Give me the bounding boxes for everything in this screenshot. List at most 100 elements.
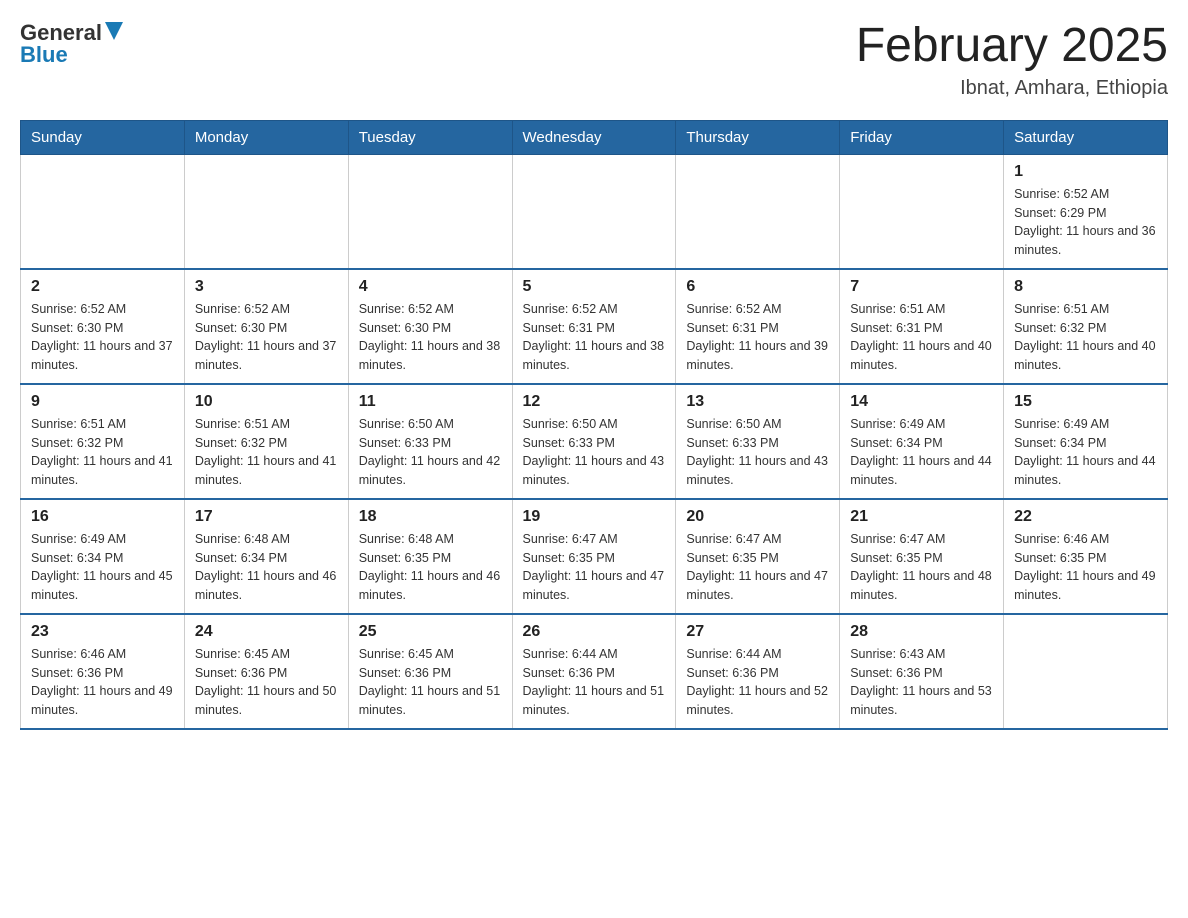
cell-week5-day4: 27 Sunrise: 6:44 AMSunset: 6:36 PMDayligh… (676, 614, 840, 729)
cell-week5-day3: 26Sunrise: 6:44 AMSunset: 6:36 PMDayligh… (512, 614, 676, 729)
cell-week2-day5: 7 Sunrise: 6:51 AMSunset: 6:31 PMDaylight… (840, 269, 1004, 384)
day-info: Sunrise: 6:52 AMSunset: 6:30 PMDaylight:… (31, 300, 174, 375)
cell-week4-day6: 22 Sunrise: 6:46 AMSunset: 6:35 PMDayligh… (1004, 499, 1168, 614)
day-number: 21 (850, 508, 993, 526)
cell-week4-day1: 17 Sunrise: 6:48 AMSunset: 6:34 PMDayligh… (184, 499, 348, 614)
logo-arrow-icon (105, 22, 123, 40)
header-friday: Friday (840, 120, 1004, 154)
cell-week2-day1: 3 Sunrise: 6:52 AMSunset: 6:30 PMDaylight… (184, 269, 348, 384)
day-number: 20 (686, 508, 829, 526)
day-info: Sunrise: 6:52 AMSunset: 6:29 PMDaylight:… (1014, 185, 1157, 260)
day-info: Sunrise: 6:48 AMSunset: 6:34 PMDaylight:… (195, 530, 338, 605)
day-number: 11 (359, 393, 502, 411)
day-number: 4 (359, 278, 502, 296)
day-info: Sunrise: 6:50 AMSunset: 6:33 PMDaylight:… (523, 415, 666, 490)
day-info: Sunrise: 6:49 AMSunset: 6:34 PMDaylight:… (850, 415, 993, 490)
cell-week4-day5: 21 Sunrise: 6:47 AMSunset: 6:35 PMDayligh… (840, 499, 1004, 614)
day-info: Sunrise: 6:52 AMSunset: 6:31 PMDaylight:… (523, 300, 666, 375)
logo: General Blue (20, 20, 123, 68)
day-number: 19 (523, 508, 666, 526)
day-info: Sunrise: 6:46 AMSunset: 6:35 PMDaylight:… (1014, 530, 1157, 605)
cell-week4-day4: 20 Sunrise: 6:47 AMSunset: 6:35 PMDayligh… (676, 499, 840, 614)
day-number: 15 (1014, 393, 1157, 411)
cell-week3-day2: 11 Sunrise: 6:50 AMSunset: 6:33 PMDayligh… (348, 384, 512, 499)
day-info: Sunrise: 6:50 AMSunset: 6:33 PMDaylight:… (359, 415, 502, 490)
cell-week5-day6 (1004, 614, 1168, 729)
day-number: 17 (195, 508, 338, 526)
day-info: Sunrise: 6:43 AMSunset: 6:36 PMDaylight:… (850, 645, 993, 720)
day-info: Sunrise: 6:51 AMSunset: 6:31 PMDaylight:… (850, 300, 993, 375)
cell-week3-day6: 15 Sunrise: 6:49 AMSunset: 6:34 PMDayligh… (1004, 384, 1168, 499)
cell-week1-day4 (676, 154, 840, 269)
cell-week2-day0: 2Sunrise: 6:52 AMSunset: 6:30 PMDaylight… (21, 269, 185, 384)
calendar-title: February 2025 (856, 20, 1168, 73)
day-info: Sunrise: 6:45 AMSunset: 6:36 PMDaylight:… (195, 645, 338, 720)
cell-week1-day6: 1 Sunrise: 6:52 AMSunset: 6:29 PMDaylight… (1004, 154, 1168, 269)
week-row-5: 23 Sunrise: 6:46 AMSunset: 6:36 PMDayligh… (21, 614, 1168, 729)
day-number: 12 (523, 393, 666, 411)
header-monday: Monday (184, 120, 348, 154)
cell-week1-day0 (21, 154, 185, 269)
calendar-table: SundayMondayTuesdayWednesdayThursdayFrid… (20, 120, 1168, 730)
day-number: 27 (686, 623, 829, 641)
cell-week2-day4: 6 Sunrise: 6:52 AMSunset: 6:31 PMDaylight… (676, 269, 840, 384)
day-info: Sunrise: 6:51 AMSunset: 6:32 PMDaylight:… (31, 415, 174, 490)
day-info: Sunrise: 6:49 AMSunset: 6:34 PMDaylight:… (31, 530, 174, 605)
day-info: Sunrise: 6:44 AMSunset: 6:36 PMDaylight:… (686, 645, 829, 720)
logo-text-blue: Blue (20, 42, 123, 68)
cell-week1-day3 (512, 154, 676, 269)
header-wednesday: Wednesday (512, 120, 676, 154)
header-thursday: Thursday (676, 120, 840, 154)
day-number: 7 (850, 278, 993, 296)
cell-week4-day3: 19 Sunrise: 6:47 AMSunset: 6:35 PMDayligh… (512, 499, 676, 614)
day-info: Sunrise: 6:47 AMSunset: 6:35 PMDaylight:… (850, 530, 993, 605)
week-row-1: 1 Sunrise: 6:52 AMSunset: 6:29 PMDaylight… (21, 154, 1168, 269)
week-row-3: 9 Sunrise: 6:51 AMSunset: 6:32 PMDaylight… (21, 384, 1168, 499)
days-of-week-row: SundayMondayTuesdayWednesdayThursdayFrid… (21, 120, 1168, 154)
cell-week2-day3: 5 Sunrise: 6:52 AMSunset: 6:31 PMDaylight… (512, 269, 676, 384)
day-number: 22 (1014, 508, 1157, 526)
cell-week5-day0: 23 Sunrise: 6:46 AMSunset: 6:36 PMDayligh… (21, 614, 185, 729)
week-row-2: 2Sunrise: 6:52 AMSunset: 6:30 PMDaylight… (21, 269, 1168, 384)
day-info: Sunrise: 6:46 AMSunset: 6:36 PMDaylight:… (31, 645, 174, 720)
day-number: 16 (31, 508, 174, 526)
day-info: Sunrise: 6:47 AMSunset: 6:35 PMDaylight:… (523, 530, 666, 605)
cell-week1-day5 (840, 154, 1004, 269)
day-number: 24 (195, 623, 338, 641)
cell-week3-day4: 13Sunrise: 6:50 AMSunset: 6:33 PMDayligh… (676, 384, 840, 499)
day-info: Sunrise: 6:51 AMSunset: 6:32 PMDaylight:… (1014, 300, 1157, 375)
cell-week3-day0: 9 Sunrise: 6:51 AMSunset: 6:32 PMDaylight… (21, 384, 185, 499)
day-number: 8 (1014, 278, 1157, 296)
header-sunday: Sunday (21, 120, 185, 154)
day-info: Sunrise: 6:45 AMSunset: 6:36 PMDaylight:… (359, 645, 502, 720)
day-info: Sunrise: 6:48 AMSunset: 6:35 PMDaylight:… (359, 530, 502, 605)
day-info: Sunrise: 6:51 AMSunset: 6:32 PMDaylight:… (195, 415, 338, 490)
day-number: 3 (195, 278, 338, 296)
calendar-header: SundayMondayTuesdayWednesdayThursdayFrid… (21, 120, 1168, 154)
calendar-body: 1 Sunrise: 6:52 AMSunset: 6:29 PMDaylight… (21, 154, 1168, 729)
cell-week1-day2 (348, 154, 512, 269)
cell-week5-day5: 28 Sunrise: 6:43 AMSunset: 6:36 PMDayligh… (840, 614, 1004, 729)
day-number: 5 (523, 278, 666, 296)
cell-week5-day2: 25 Sunrise: 6:45 AMSunset: 6:36 PMDayligh… (348, 614, 512, 729)
day-info: Sunrise: 6:52 AMSunset: 6:30 PMDaylight:… (195, 300, 338, 375)
cell-week3-day1: 10Sunrise: 6:51 AMSunset: 6:32 PMDayligh… (184, 384, 348, 499)
day-number: 1 (1014, 163, 1157, 181)
header-saturday: Saturday (1004, 120, 1168, 154)
day-info: Sunrise: 6:50 AMSunset: 6:33 PMDaylight:… (686, 415, 829, 490)
day-info: Sunrise: 6:52 AMSunset: 6:31 PMDaylight:… (686, 300, 829, 375)
day-number: 18 (359, 508, 502, 526)
day-number: 9 (31, 393, 174, 411)
day-info: Sunrise: 6:47 AMSunset: 6:35 PMDaylight:… (686, 530, 829, 605)
cell-week2-day6: 8 Sunrise: 6:51 AMSunset: 6:32 PMDaylight… (1004, 269, 1168, 384)
day-info: Sunrise: 6:52 AMSunset: 6:30 PMDaylight:… (359, 300, 502, 375)
day-info: Sunrise: 6:49 AMSunset: 6:34 PMDaylight:… (1014, 415, 1157, 490)
week-row-4: 16 Sunrise: 6:49 AMSunset: 6:34 PMDayligh… (21, 499, 1168, 614)
day-number: 28 (850, 623, 993, 641)
day-number: 25 (359, 623, 502, 641)
header-tuesday: Tuesday (348, 120, 512, 154)
day-number: 26 (523, 623, 666, 641)
day-number: 23 (31, 623, 174, 641)
day-number: 6 (686, 278, 829, 296)
calendar-subtitle: Ibnat, Amhara, Ethiopia (856, 77, 1168, 100)
